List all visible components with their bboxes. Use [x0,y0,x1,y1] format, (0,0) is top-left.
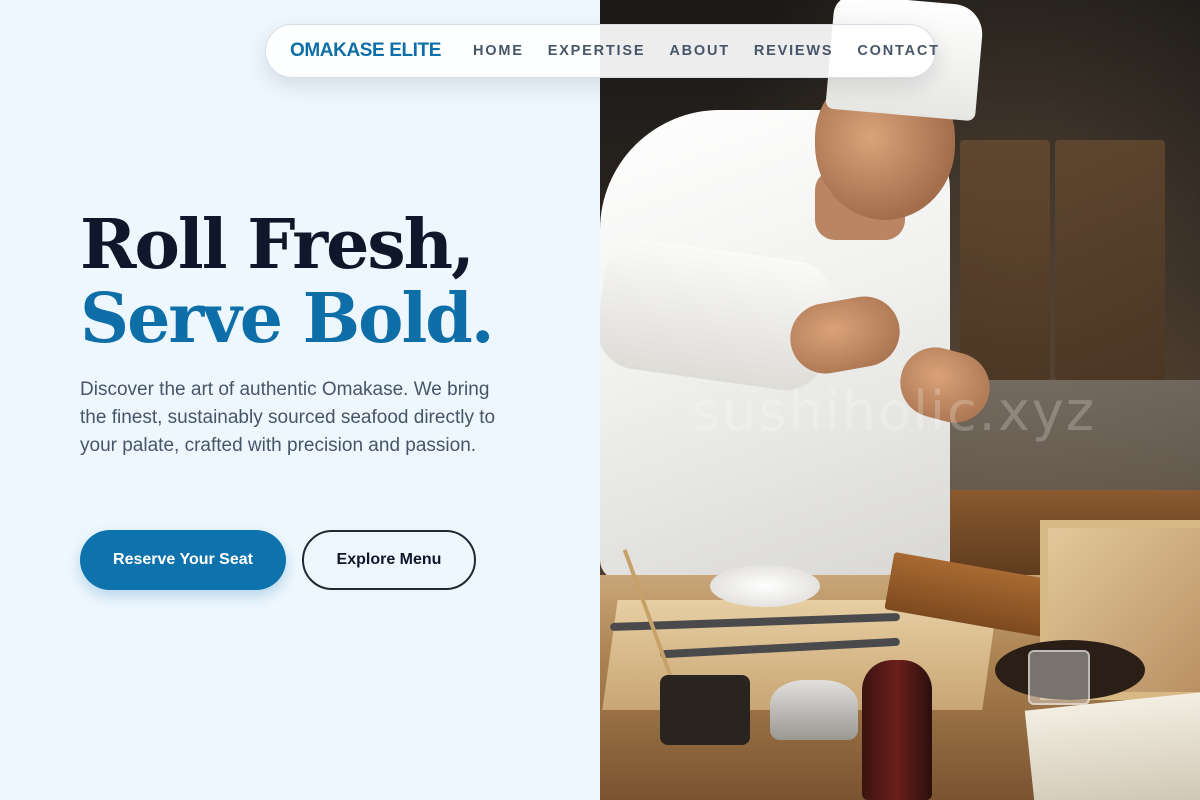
hero-photo: sushiholic.xyz [600,0,1200,800]
nav-links: HOME EXPERTISE ABOUT REVIEWS CONTACT [473,43,940,59]
soy-bottle [862,660,932,800]
watermark-text: sushiholic.xyz [692,380,1097,443]
nav-link-contact[interactable]: CONTACT [857,43,939,59]
glass [1028,650,1090,705]
explore-menu-button[interactable]: Explore Menu [302,530,476,590]
headline-line-2: Serve Bold. [80,279,495,359]
wood-cabinet [1055,140,1165,380]
hero-section: Roll Fresh, Serve Bold. Discover the art… [80,208,560,460]
hero-description: Discover the art of authentic Omakase. W… [80,379,496,456]
teapot [770,680,858,740]
reserve-seat-button[interactable]: Reserve Your Seat [80,530,286,590]
nav-link-home[interactable]: HOME [473,43,524,59]
cup [660,675,750,745]
wood-cabinet [960,140,1050,380]
nav-link-expertise[interactable]: EXPERTISE [548,43,646,59]
hero-headline: Roll Fresh, Serve Bold. [80,208,560,356]
hero-actions: Reserve Your Seat Explore Menu [80,530,476,590]
headline-line-1: Roll Fresh, [80,205,475,285]
nav-link-reviews[interactable]: REVIEWS [754,43,833,59]
towel [710,565,820,607]
top-nav: OMAKASE ELITE HOME EXPERTISE ABOUT REVIE… [265,24,938,78]
nav-link-about[interactable]: ABOUT [669,43,730,59]
brand-logo[interactable]: OMAKASE ELITE [290,40,441,62]
